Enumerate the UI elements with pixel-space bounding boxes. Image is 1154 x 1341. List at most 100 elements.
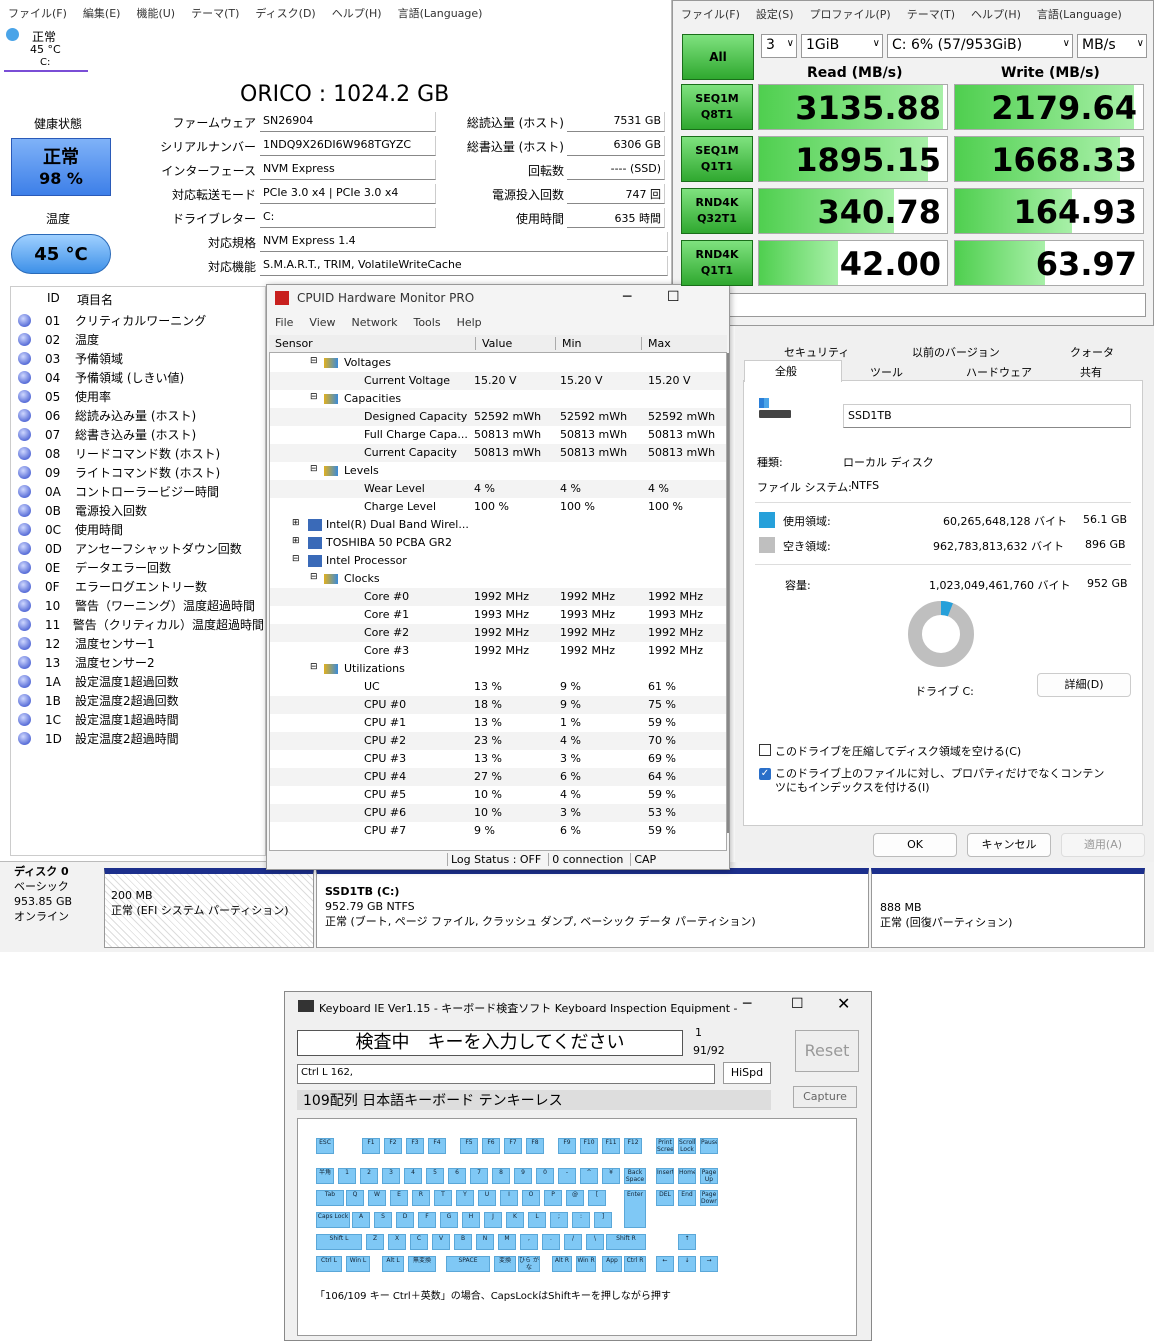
all-button[interactable]: All: [682, 34, 754, 80]
expand-icon[interactable]: ⊟: [292, 554, 300, 564]
smart-row[interactable]: 09 ライトコマンド数 (ホスト): [12, 463, 264, 482]
expand-icon[interactable]: ⊟: [310, 356, 318, 366]
sensor-row[interactable]: CPU #7 9 % 6 % 59 %: [270, 822, 726, 840]
sensor-row[interactable]: CPU #0 18 % 9 % 75 %: [270, 696, 726, 714]
partition-efi[interactable]: 200 MB 正常 (EFI システム パーティション): [104, 868, 314, 948]
partition-c[interactable]: SSD1TB (C:) 952.79 GB NTFS 正常 (ブート, ページ …: [316, 868, 869, 948]
apply-button[interactable]: 適用(A): [1061, 833, 1145, 857]
hwm-menu-item[interactable]: View: [301, 311, 343, 335]
sensor-row[interactable]: Core #3 1992 MHz 1992 MHz 1992 MHz: [270, 642, 726, 660]
size-select[interactable]: 1GiB ∨: [801, 34, 883, 58]
detail-button[interactable]: 詳細(D): [1037, 673, 1131, 697]
smart-row[interactable]: 0F エラーログエントリー数: [12, 577, 264, 596]
maximize-icon[interactable]: ☐: [791, 996, 804, 1012]
reset-button[interactable]: Reset: [795, 1030, 859, 1072]
sensor-row[interactable]: Current Voltage 15.20 V 15.20 V 15.20 V: [270, 372, 726, 390]
smart-row[interactable]: 0C 使用時間: [12, 520, 264, 539]
smart-row[interactable]: 11 警告（クリティカル）温度超過時間: [12, 615, 264, 634]
hwm-menu-item[interactable]: Tools: [405, 311, 448, 335]
device-node[interactable]: ⊞ Intel(R) Dual Band Wirel...: [270, 516, 726, 534]
smart-row[interactable]: 08 リードコマンド数 (ホスト): [12, 444, 264, 463]
smart-row[interactable]: 12 温度センサー1: [12, 634, 264, 653]
sensor-row[interactable]: CPU #6 10 % 3 % 53 %: [270, 804, 726, 822]
sensor-row[interactable]: Full Charge Capa... 50813 mWh 50813 mWh 508…: [270, 426, 726, 444]
smart-row[interactable]: 1A 設定温度1超過回数: [12, 672, 264, 691]
ok-button[interactable]: OK: [873, 833, 957, 857]
comment-field[interactable]: [682, 293, 1146, 317]
sensor-row[interactable]: CPU #2 23 % 4 % 70 %: [270, 732, 726, 750]
cdi-menu-item[interactable]: 言語(Language): [390, 2, 491, 26]
hwm-scrollbar[interactable]: [727, 353, 729, 833]
compress-checkbox[interactable]: [759, 744, 771, 756]
sensor-row[interactable]: Wear Level 4 % 4 % 4 %: [270, 480, 726, 498]
sensor-row[interactable]: CPU #4 27 % 6 % 64 %: [270, 768, 726, 786]
sensor-group[interactable]: ⊟ Clocks: [270, 570, 726, 588]
cdi-menu-item[interactable]: ファイル(F): [0, 2, 75, 26]
minimize-icon[interactable]: ─: [623, 289, 631, 305]
sensor-group[interactable]: ⊟ Capacities: [270, 390, 726, 408]
expand-icon[interactable]: ⊞: [292, 518, 300, 528]
smart-row[interactable]: 03 予備領域: [12, 349, 264, 368]
sensor-row[interactable]: CPU #3 13 % 3 % 69 %: [270, 750, 726, 768]
partition-recovery[interactable]: 888 MB 正常 (回復パーティション): [871, 868, 1145, 948]
sensor-row[interactable]: Designed Capacity 52592 mWh 52592 mWh 52592…: [270, 408, 726, 426]
device-node[interactable]: ⊞ TOSHIBA 50 PCBA GR2: [270, 534, 726, 552]
minimize-icon[interactable]: ─: [743, 996, 751, 1012]
tab-previous-versions[interactable]: 以前のバージョン: [912, 344, 1000, 360]
hwm-menu-item[interactable]: Network: [344, 311, 406, 335]
smart-row[interactable]: 10 警告（ワーニング）温度超過時間: [12, 596, 264, 615]
key-input-field[interactable]: Ctrl L 162,: [297, 1064, 715, 1084]
count-select[interactable]: 3 ∨: [761, 34, 797, 58]
sensor-row[interactable]: CPU #1 13 % 1 % 59 %: [270, 714, 726, 732]
cdi-menu-item[interactable]: 編集(E): [75, 2, 129, 26]
sensor-row[interactable]: Core #1 1993 MHz 1993 MHz 1993 MHz: [270, 606, 726, 624]
smart-row[interactable]: 13 温度センサー2: [12, 653, 264, 672]
drive-select[interactable]: C: 6% (57/953GiB) ∨: [887, 34, 1073, 58]
sensor-row[interactable]: Core #2 1992 MHz 1992 MHz 1992 MHz: [270, 624, 726, 642]
sensor-row[interactable]: Core #0 1992 MHz 1992 MHz 1992 MHz: [270, 588, 726, 606]
hwm-col-value[interactable]: Value: [475, 337, 512, 350]
test-button[interactable]: SEQ1M Q8T1: [681, 84, 753, 130]
tab-sharing[interactable]: 共有: [1080, 364, 1102, 380]
smart-row[interactable]: 0B 電源投入回数: [12, 501, 264, 520]
hispd-button[interactable]: HiSpd: [723, 1062, 771, 1084]
unit-select[interactable]: MB/s ∨: [1077, 34, 1147, 58]
test-button[interactable]: RND4K Q1T1: [681, 240, 753, 286]
cancel-button[interactable]: キャンセル: [967, 833, 1051, 857]
smart-row[interactable]: 07 総書き込み量 (ホスト): [12, 425, 264, 444]
smart-row[interactable]: 04 予備領域 (しきい値): [12, 368, 264, 387]
cdi-menu-item[interactable]: 機能(U): [128, 2, 183, 26]
sensor-row[interactable]: UC 13 % 9 % 61 %: [270, 678, 726, 696]
expand-icon[interactable]: ⊞: [292, 536, 300, 546]
expand-icon[interactable]: ⊟: [310, 572, 318, 582]
cdi-menu-item[interactable]: ディスク(D): [247, 2, 323, 26]
smart-row[interactable]: 0E データエラー回数: [12, 558, 264, 577]
col-id-header[interactable]: ID: [47, 291, 60, 305]
hwm-col-sensor[interactable]: Sensor: [275, 337, 313, 350]
tab-hardware[interactable]: ハードウェア: [966, 364, 1032, 380]
smart-row[interactable]: 02 温度: [12, 330, 264, 349]
volume-name-field[interactable]: SSD1TB: [843, 404, 1131, 428]
test-button[interactable]: SEQ1M Q1T1: [681, 136, 753, 182]
cdm-menu-item[interactable]: 設定(S): [748, 3, 802, 27]
sensor-row[interactable]: CPU #5 10 % 4 % 59 %: [270, 786, 726, 804]
expand-icon[interactable]: ⊟: [310, 464, 318, 474]
index-checkbox[interactable]: ✓: [759, 768, 771, 780]
hwm-col-max[interactable]: Max: [641, 337, 671, 350]
smart-row[interactable]: 05 使用率: [12, 387, 264, 406]
cdm-menu-item[interactable]: ファイル(F): [673, 3, 748, 27]
capture-button[interactable]: Capture: [793, 1086, 857, 1108]
cdm-menu-item[interactable]: プロファイル(P): [802, 3, 899, 27]
smart-row[interactable]: 0A コントローラービジー時間: [12, 482, 264, 501]
smart-row[interactable]: 0D アンセーフシャットダウン回数: [12, 539, 264, 558]
hwm-col-min[interactable]: Min: [555, 337, 582, 350]
sensor-row[interactable]: Current Capacity 50813 mWh 50813 mWh 50813 …: [270, 444, 726, 462]
disk-info[interactable]: ディスク 0 ベーシック 953.85 GB オンライン: [4, 862, 102, 950]
hwm-menu-item[interactable]: File: [267, 311, 301, 335]
tab-quota[interactable]: クォータ: [1070, 344, 1114, 360]
health-status-box[interactable]: 正常 98 %: [11, 138, 111, 196]
cdm-menu-item[interactable]: テーマ(T): [899, 3, 963, 27]
expand-icon[interactable]: ⊟: [310, 662, 318, 672]
cdm-menu-item[interactable]: 言語(Language): [1029, 3, 1130, 27]
expand-icon[interactable]: ⊟: [310, 392, 318, 402]
